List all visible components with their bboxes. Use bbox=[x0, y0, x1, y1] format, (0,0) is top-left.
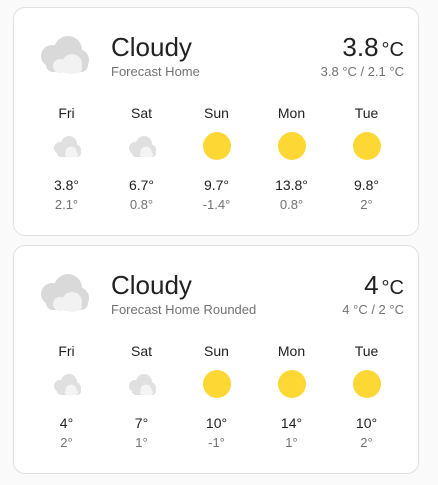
forecast-low: 0.8° bbox=[279, 197, 304, 212]
forecast-day-name: Sat bbox=[130, 343, 152, 359]
forecast-day: Fri 4° 2° bbox=[29, 342, 104, 462]
cloudy-icon bbox=[125, 132, 159, 160]
temperature-unit: °C bbox=[381, 277, 404, 299]
forecast-high: 10° bbox=[205, 415, 228, 431]
entity-name: Forecast Home Rounded bbox=[111, 302, 257, 317]
forecast-day-name: Fri bbox=[58, 343, 75, 359]
cloudy-icon bbox=[50, 132, 84, 160]
forecast-high: 6.7° bbox=[128, 177, 155, 193]
sunny-icon bbox=[350, 370, 384, 398]
weather-condition: Cloudy bbox=[111, 270, 192, 300]
forecast-day: Sat 7° 1° bbox=[104, 342, 179, 462]
forecast-high: 13.8° bbox=[275, 177, 308, 193]
forecast-day-name: Sat bbox=[130, 105, 152, 121]
weather-header: Cloudy Forecast Home Rounded 4 °C 4 °C / … bbox=[14, 246, 418, 336]
forecast-row: Fri 4° 2° Sat 7° 1° Sun 10° -1° Mon 14° … bbox=[29, 342, 404, 462]
forecast-low: 0.8° bbox=[129, 197, 154, 212]
forecast-low: 2° bbox=[360, 435, 373, 450]
weather-header: Cloudy Forecast Home 3.8 °C 3.8 °C / 2.1 … bbox=[14, 8, 418, 98]
forecast-low: 2° bbox=[60, 435, 73, 450]
forecast-day-name: Mon bbox=[277, 343, 306, 359]
weather-forecast-card[interactable]: Cloudy Forecast Home Rounded 4 °C 4 °C / … bbox=[13, 245, 419, 474]
forecast-high: 14° bbox=[280, 415, 303, 431]
forecast-day-name: Tue bbox=[354, 343, 379, 359]
forecast-day: Tue 9.8° 2° bbox=[329, 104, 404, 224]
sunny-icon bbox=[350, 132, 384, 160]
forecast-low: 1° bbox=[135, 435, 148, 450]
temperature-high-low: 3.8 °C / 2.1 °C bbox=[320, 64, 404, 79]
forecast-row: Fri 3.8° 2.1° Sat 6.7° 0.8° Sun 9.7° -1.… bbox=[29, 104, 404, 224]
cloudy-icon bbox=[125, 370, 159, 398]
forecast-high: 9.8° bbox=[353, 177, 380, 193]
forecast-day-name: Sun bbox=[204, 105, 229, 121]
forecast-low: 1° bbox=[285, 435, 298, 450]
sunny-icon bbox=[200, 132, 234, 160]
forecast-high: 4° bbox=[59, 415, 74, 431]
forecast-low: -1° bbox=[208, 435, 225, 450]
forecast-day: Sat 6.7° 0.8° bbox=[104, 104, 179, 224]
weather-condition: Cloudy bbox=[111, 32, 192, 62]
weather-forecast-card[interactable]: Cloudy Forecast Home 3.8 °C 3.8 °C / 2.1 … bbox=[13, 7, 419, 236]
forecast-low: -1.4° bbox=[202, 197, 231, 212]
sunny-icon bbox=[275, 370, 309, 398]
temperature-unit: °C bbox=[381, 39, 404, 61]
forecast-high: 10° bbox=[355, 415, 378, 431]
cloudy-icon bbox=[41, 36, 89, 74]
forecast-day-name: Sun bbox=[204, 343, 229, 359]
forecast-day: Mon 14° 1° bbox=[254, 342, 329, 462]
forecast-low: 2.1° bbox=[54, 197, 79, 212]
temperature-value: 3.8 bbox=[342, 32, 379, 62]
forecast-day: Mon 13.8° 0.8° bbox=[254, 104, 329, 224]
current-temperature: 3.8 °C bbox=[342, 32, 404, 65]
cloudy-icon bbox=[41, 274, 89, 312]
forecast-day: Fri 3.8° 2.1° bbox=[29, 104, 104, 224]
forecast-day: Sun 10° -1° bbox=[179, 342, 254, 462]
sunny-icon bbox=[200, 370, 234, 398]
forecast-high: 7° bbox=[134, 415, 149, 431]
cloudy-icon bbox=[50, 370, 84, 398]
temperature-high-low: 4 °C / 2 °C bbox=[342, 302, 404, 317]
forecast-day-name: Tue bbox=[354, 105, 379, 121]
sunny-icon bbox=[275, 132, 309, 160]
entity-name: Forecast Home bbox=[111, 64, 200, 79]
forecast-high: 3.8° bbox=[53, 177, 80, 193]
temperature-value: 4 bbox=[364, 270, 379, 300]
forecast-day-name: Mon bbox=[277, 105, 306, 121]
forecast-day-name: Fri bbox=[58, 105, 75, 121]
current-temperature: 4 °C bbox=[364, 270, 404, 303]
forecast-day: Sun 9.7° -1.4° bbox=[179, 104, 254, 224]
forecast-high: 9.7° bbox=[203, 177, 230, 193]
forecast-day: Tue 10° 2° bbox=[329, 342, 404, 462]
forecast-low: 2° bbox=[360, 197, 373, 212]
